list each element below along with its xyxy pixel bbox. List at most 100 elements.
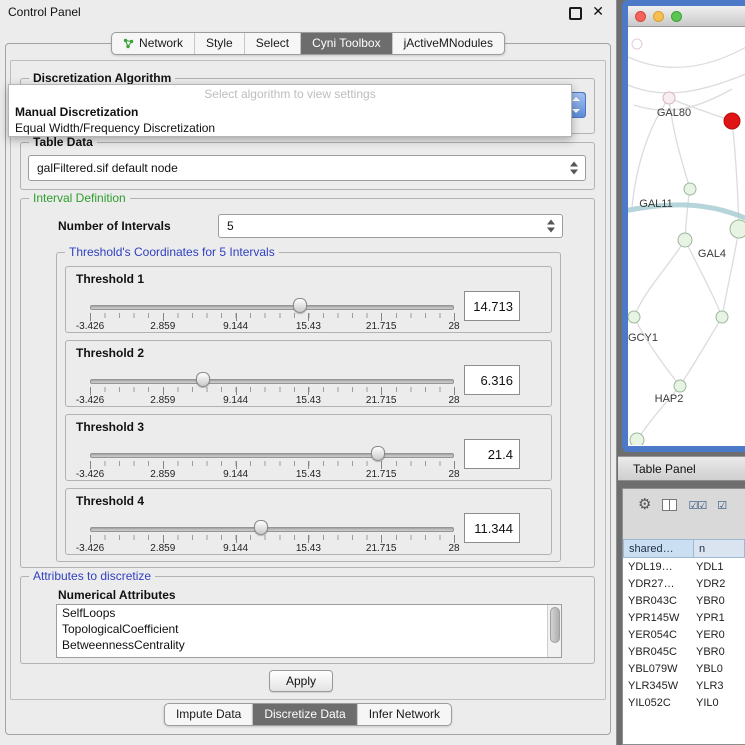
- threshold-slider[interactable]: -3.4262.8599.14415.4321.71528: [90, 446, 454, 480]
- cell-shared-name: YDL19…: [623, 561, 693, 573]
- network-window-titlebar[interactable]: [628, 6, 745, 27]
- threshold-value-field[interactable]: [464, 365, 520, 395]
- threshold-group: Threshold 1-3.4262.8599.14415.4321.71528: [65, 266, 552, 333]
- column-header-shared-name[interactable]: shared…: [623, 539, 693, 558]
- network-node[interactable]: [632, 39, 642, 49]
- attributes-group-title: Attributes to discretize: [29, 569, 155, 583]
- tab-discretize-data[interactable]: Discretize Data: [252, 704, 356, 725]
- slider-scale: -3.4262.8599.14415.4321.71528: [90, 321, 454, 332]
- scale-label: 9.144: [223, 395, 248, 406]
- tab-select[interactable]: Select: [244, 33, 300, 54]
- slider-ticks: [90, 535, 454, 540]
- table-rows: YDL19…YDL1YDR27…YDR2YBR043CYBR0YPR145WYP…: [623, 558, 745, 744]
- network-node[interactable]: [730, 220, 745, 238]
- table-row[interactable]: YER054CYER0: [623, 626, 745, 643]
- number-of-intervals-combobox[interactable]: 5: [218, 214, 563, 238]
- slider-thumb[interactable]: [254, 520, 268, 535]
- top-tab-bar: Network StyleSelectCyni ToolboxjActiveMNo…: [111, 32, 505, 55]
- tab-label: Network: [139, 36, 183, 50]
- slider-ticks: [90, 461, 454, 466]
- gear-icon[interactable]: ⚙: [638, 497, 651, 513]
- scale-label: 28: [448, 543, 459, 554]
- node-hap2[interactable]: [674, 380, 686, 392]
- tab-cyni-toolbox[interactable]: Cyni Toolbox: [300, 33, 391, 54]
- slider-scale: -3.4262.8599.14415.4321.71528: [90, 469, 454, 480]
- table-data-combobox[interactable]: galFiltered.sif default node: [28, 155, 586, 181]
- cell-name: YBR0: [693, 646, 745, 658]
- thresholds-container: Threshold's Coordinates for 5 Intervals …: [56, 252, 561, 562]
- table-header-row: shared… n: [623, 539, 745, 558]
- table-row[interactable]: YBL079WYBL0: [623, 660, 745, 677]
- cell-shared-name: YDR27…: [623, 578, 693, 590]
- attributes-list[interactable]: SelfLoopsTopologicalCoefficientBetweenne…: [56, 604, 562, 658]
- cell-name: YER0: [693, 629, 745, 641]
- close-panel-button[interactable]: ✕: [592, 3, 604, 19]
- scale-label: 15.43: [296, 543, 321, 554]
- column-chooser-icon[interactable]: [662, 499, 677, 511]
- tab-style[interactable]: Style: [194, 33, 244, 54]
- number-of-intervals-value: 5: [227, 219, 234, 233]
- node-gal80[interactable]: [663, 92, 675, 104]
- scale-label: 9.144: [223, 469, 248, 480]
- table-row[interactable]: YIL052CYIL0: [623, 694, 745, 711]
- combobox-stepper-icon[interactable]: [570, 162, 579, 175]
- threshold-slider[interactable]: -3.4262.8599.14415.4321.71528: [90, 372, 454, 406]
- threshold-slider[interactable]: -3.4262.8599.14415.4321.71528: [90, 298, 454, 332]
- column-header-name[interactable]: n: [693, 539, 745, 558]
- list-scrollbar[interactable]: [547, 605, 561, 657]
- slider-thumb[interactable]: [371, 446, 385, 461]
- cell-name: YPR1: [693, 612, 745, 624]
- scrollbar-thumb[interactable]: [550, 607, 560, 643]
- combobox-stepper-icon[interactable]: [547, 220, 556, 233]
- table-row[interactable]: YDR27…YDR2: [623, 575, 745, 592]
- scale-label: 28: [448, 469, 459, 480]
- table-row[interactable]: YDL19…YDL1: [623, 558, 745, 575]
- cell-shared-name: YBL079W: [623, 663, 693, 675]
- select-column-icon[interactable]: ☑: [717, 499, 726, 512]
- algorithm-placeholder: Select algorithm to view settings: [9, 85, 571, 104]
- threshold-slider[interactable]: -3.4262.8599.14415.4321.71528: [90, 520, 454, 554]
- apply-button[interactable]: Apply: [269, 670, 333, 692]
- minimize-traffic-light-icon[interactable]: [653, 11, 664, 22]
- node-gal11[interactable]: [684, 183, 696, 195]
- tab-impute-data[interactable]: Impute Data: [165, 704, 252, 725]
- threshold-group: Threshold 4-3.4262.8599.14415.4321.71528: [65, 488, 552, 555]
- threshold-value-field[interactable]: [464, 439, 520, 469]
- network-node[interactable]: [716, 311, 728, 323]
- table-row[interactable]: YBR043CYBR0: [623, 592, 745, 609]
- attribute-item[interactable]: TopologicalCoefficient: [57, 621, 561, 637]
- attribute-item[interactable]: BetweennessCentrality: [57, 637, 561, 653]
- scale-label: 2.859: [150, 395, 175, 406]
- network-node[interactable]: [630, 433, 644, 445]
- control-panel: Control Panel ✕ NetworkStyleSelectCyni T…: [0, 0, 617, 745]
- scale-label: 2.859: [150, 543, 175, 554]
- node-gcy1[interactable]: [628, 311, 640, 323]
- tab-jactivemnodules[interactable]: jActiveMNodules: [392, 33, 504, 54]
- float-window-button[interactable]: [569, 7, 582, 20]
- algorithm-option[interactable]: Manual Discretization: [9, 104, 571, 120]
- slider-thumb[interactable]: [196, 372, 210, 387]
- zoom-traffic-light-icon[interactable]: [671, 11, 682, 22]
- table-row[interactable]: YLR345WYLR3: [623, 677, 745, 694]
- table-row[interactable]: YPR145WYPR1: [623, 609, 745, 626]
- algorithm-option[interactable]: Equal Width/Frequency Discretization: [9, 120, 571, 136]
- threshold-value-field[interactable]: [464, 291, 520, 321]
- slider-ticks: [90, 387, 454, 392]
- table-row[interactable]: YBR045CYBR0: [623, 643, 745, 660]
- scale-label: -3.426: [76, 469, 104, 480]
- close-traffic-light-icon[interactable]: [635, 11, 646, 22]
- network-canvas[interactable]: GAL80GAL11GAL4GCY1HAP2: [628, 27, 745, 446]
- cell-name: YDR2: [693, 578, 745, 590]
- tab-infer-network[interactable]: Infer Network: [357, 704, 451, 725]
- tab-network[interactable]: Network: [112, 33, 194, 54]
- attribute-item[interactable]: SelfLoops: [57, 605, 561, 621]
- table-data-value: galFiltered.sif default node: [37, 161, 178, 175]
- table-panel-titlebar[interactable]: Table Panel: [618, 456, 745, 481]
- select-all-columns-icon[interactable]: ☑☑: [688, 499, 706, 512]
- cell-shared-name: YLR345W: [623, 680, 693, 692]
- slider-thumb[interactable]: [293, 298, 307, 313]
- threshold-value-field[interactable]: [464, 513, 520, 543]
- slider-track: [90, 305, 454, 310]
- network-node[interactable]: [724, 113, 740, 129]
- node-gal4[interactable]: [678, 233, 692, 247]
